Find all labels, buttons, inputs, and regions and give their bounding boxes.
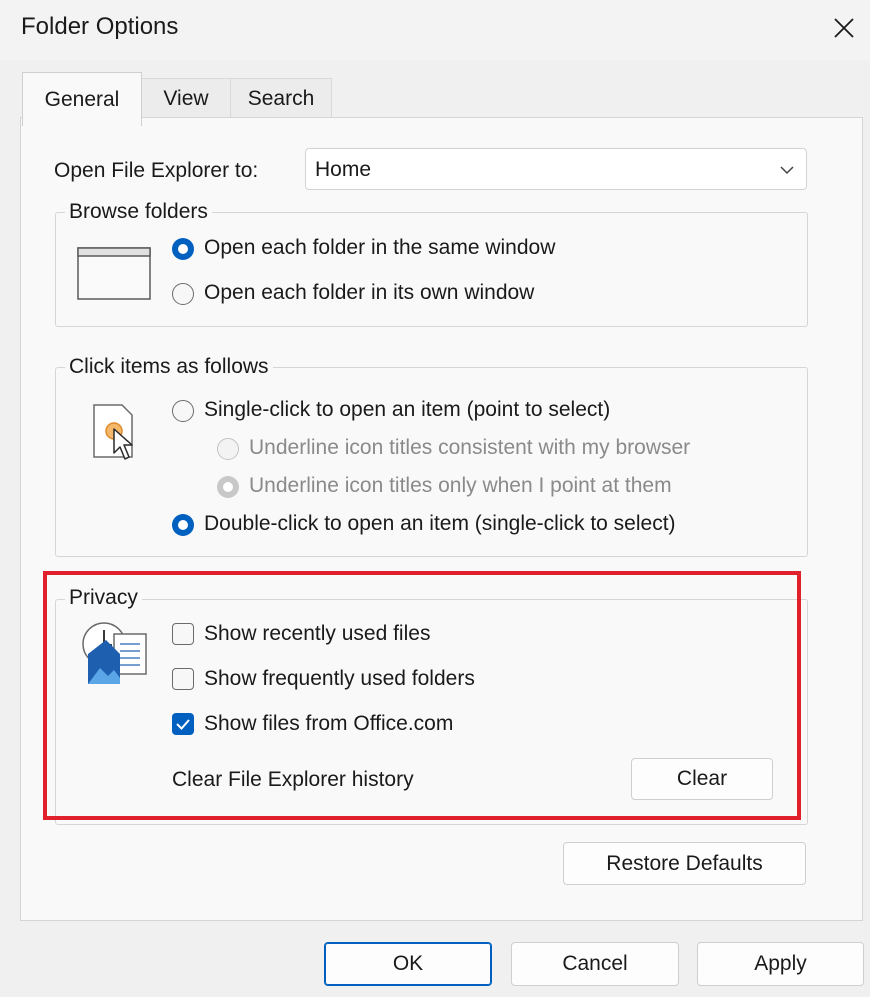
underline-browser-label: Underline icon titles consistent with my… <box>249 436 691 459</box>
single-click-label[interactable]: Single-click to open an item (point to s… <box>204 398 610 422</box>
apply-button-label: Apply <box>754 952 807 975</box>
same-window-label[interactable]: Open each folder in the same window <box>204 236 555 260</box>
tab-general[interactable]: General <box>22 72 142 126</box>
cancel-button-label: Cancel <box>562 952 628 975</box>
frequent-folders-checkbox[interactable] <box>172 668 194 690</box>
tab-search-label: Search <box>247 86 315 110</box>
office-files-label[interactable]: Show files from Office.com <box>204 712 453 736</box>
tab-general-label: General <box>44 87 120 111</box>
close-button[interactable] <box>822 8 866 48</box>
tab-view[interactable]: View <box>141 78 231 118</box>
open-to-label: Open File Explorer to: <box>54 159 259 182</box>
ok-button[interactable]: OK <box>324 942 492 986</box>
single-click-radio[interactable] <box>172 400 194 422</box>
double-click-label[interactable]: Double-click to open an item (single-cli… <box>204 512 676 536</box>
checkmark-icon <box>176 719 190 730</box>
office-files-checkbox[interactable] <box>172 713 194 735</box>
click-items-title: Click items as follows <box>65 355 273 379</box>
same-window-radio[interactable] <box>172 238 194 260</box>
tab-view-label: View <box>163 86 209 110</box>
window-title: Folder Options <box>21 13 179 40</box>
click-pointer-icon <box>93 404 133 460</box>
privacy-title: Privacy <box>65 586 142 610</box>
underline-point-radio[interactable] <box>217 476 239 498</box>
own-window-label[interactable]: Open each folder in its own window <box>204 281 534 305</box>
apply-button[interactable]: Apply <box>697 942 864 986</box>
frequent-folders-label[interactable]: Show frequently used folders <box>204 667 475 691</box>
clear-history-label: Clear File Explorer history <box>172 768 414 791</box>
chevron-down-icon <box>780 166 794 175</box>
title-bar: Folder Options <box>0 0 870 60</box>
underline-browser-radio[interactable] <box>217 438 239 460</box>
browse-folders-title: Browse folders <box>65 200 212 224</box>
folder-options-dialog: Folder Options General View Search Open … <box>0 0 870 997</box>
window-icon <box>77 247 151 300</box>
own-window-radio[interactable] <box>172 283 194 305</box>
double-click-radio[interactable] <box>172 514 194 536</box>
cancel-button[interactable]: Cancel <box>511 942 679 986</box>
clear-button[interactable]: Clear <box>631 758 773 800</box>
open-to-dropdown[interactable]: Home <box>305 148 807 190</box>
browse-folders-group <box>55 212 808 327</box>
recent-files-checkbox[interactable] <box>172 623 194 645</box>
tab-search[interactable]: Search <box>230 78 332 118</box>
restore-defaults-label: Restore Defaults <box>606 851 763 875</box>
recent-files-label[interactable]: Show recently used files <box>204 622 430 646</box>
open-to-value: Home <box>315 158 372 181</box>
underline-point-label: Underline icon titles only when I point … <box>249 474 672 497</box>
ok-button-label: OK <box>392 952 424 975</box>
privacy-clock-files-icon <box>82 622 147 684</box>
clear-button-label: Clear <box>676 767 728 790</box>
close-icon <box>834 18 854 38</box>
restore-defaults-button[interactable]: Restore Defaults <box>563 842 806 885</box>
